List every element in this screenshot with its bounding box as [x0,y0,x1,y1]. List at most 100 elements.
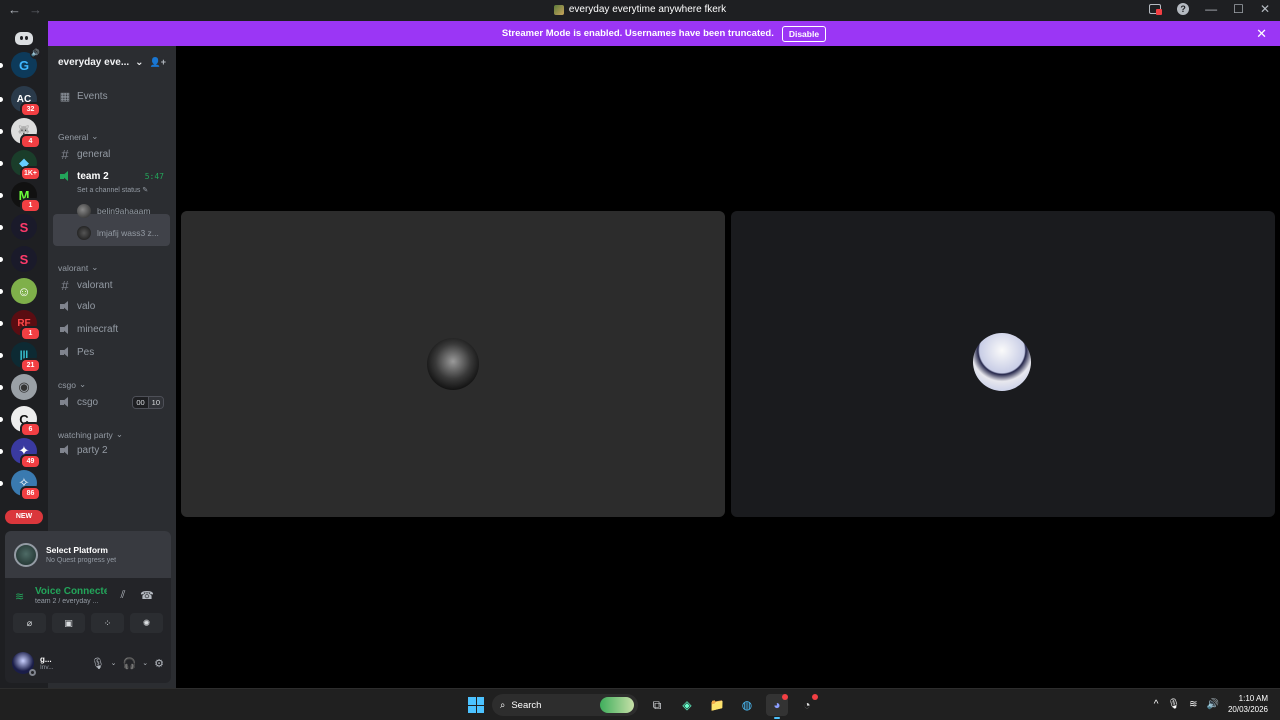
category-general[interactable]: General ⌄ [58,131,98,142]
camera-off-button[interactable]: ⌀ [13,613,46,633]
guild-ac-icon[interactable]: AC 32 [0,86,41,117]
category-label: General [58,131,89,142]
mic-icon[interactable]: 🎙 [91,657,105,670]
quest-title: Select Platform [46,545,108,555]
channel-pes[interactable]: Pes [53,347,170,358]
file-explorer-icon[interactable]: 📁 [706,694,728,716]
category-label: valorant [58,262,89,273]
discord-home-button[interactable] [11,25,37,51]
windows-start-icon[interactable] [468,697,484,713]
member-name: lmjafij wass3 z... [97,228,159,238]
user-count: 00 [133,397,148,408]
category-watching-party[interactable]: watching party ⌄ [58,429,123,440]
unread-pip [0,481,3,486]
server-header[interactable]: everyday eve... ⌄ 👤+ [48,46,176,78]
channel-party-2[interactable]: party 2 [53,445,170,456]
channel-valorant[interactable]: # valorant [53,278,170,293]
new-badge[interactable]: NEW [5,510,43,524]
guild-g-icon[interactable]: G 🔊 [0,48,41,78]
close-button[interactable]: ✕ [1260,2,1270,16]
channel-general[interactable]: # general [53,147,170,162]
discord-app-icon: ◕ [773,698,781,712]
screen-share-button[interactable]: ▣ [52,613,85,633]
set-channel-status[interactable]: Set a channel status ✎ [77,186,148,194]
copilot-icon[interactable]: ◈ [676,694,698,716]
participant-tile[interactable] [731,211,1275,517]
channel-team-2-row[interactable]: team 2 5:47 [53,171,170,182]
help-icon[interactable]: ? [1177,3,1190,15]
chromium-icon[interactable]: ◔ [796,694,818,716]
voice-timer: 5:47 [144,172,164,181]
mention-badge: 49 [20,454,41,469]
soundboard-button[interactable]: ✺ [130,613,163,633]
wifi-icon[interactable]: ≋ [1189,699,1197,710]
gear-icon[interactable]: ⚙ [154,657,164,670]
system-tray: ^ 🎙 ≋ 🔊 1:10 AM 20/03/2026 [1154,693,1268,715]
unread-pip [0,193,3,198]
activities-button[interactable]: ⁘ [91,613,124,633]
clock[interactable]: 1:10 AM 20/03/2026 [1228,693,1268,715]
channel-label: minecraft [77,324,119,335]
mention-badge: 1 [20,326,41,341]
volume-icon[interactable]: 🔊 [1207,699,1219,710]
avatar[interactable] [12,652,36,676]
guild-wolf-icon[interactable]: 🐺 4 [0,118,41,149]
participant-avatar [427,338,479,390]
channel-minecraft[interactable]: minecraft [53,324,170,335]
guild-gray-icon[interactable]: ◉ [0,374,37,400]
hash-icon: # [61,278,69,293]
mic-icon[interactable]: 🎙 [1167,699,1180,710]
channel-valo[interactable]: valo [53,301,170,312]
banner-text: Streamer Mode is enabled. Usernames have… [501,28,774,39]
close-banner-icon[interactable]: ✕ [1256,26,1267,42]
guild-s1-icon[interactable]: S [0,214,37,240]
voice-member[interactable]: belin9ahaaam [77,204,150,218]
screenshare-icon[interactable] [1149,4,1163,15]
guild-blue-icon[interactable]: ✧ 86 [0,470,41,501]
invite-people-icon[interactable]: 👤+ [150,57,166,68]
unread-pip [0,417,3,422]
mention-badge: 32 [20,102,41,117]
username[interactable]: g... [40,655,54,664]
participant-tile[interactable] [181,211,725,517]
voice-channel[interactable]: team 2 / everyday ... [35,598,107,605]
guild-white-icon[interactable]: C6 [0,406,41,437]
voice-member[interactable]: lmjafij wass3 z... [77,226,159,240]
category-csgo[interactable]: csgo ⌄ [58,379,86,390]
windows-taskbar: ⌕ Search ⧉ ◈ 📁 ◍ ◕ ◔ ^ 🎙 ≋ 🔊 1:10 AM 20/… [0,688,1280,720]
tray-overflow-icon[interactable]: ^ [1154,699,1159,710]
noise-suppression-icon[interactable]: ⫽ [115,589,131,602]
voice-connection: ≋ Voice Connected team 2 / everyday ... … [5,578,171,609]
browser-icon[interactable]: ◍ [736,694,758,716]
guild-dark-icon[interactable]: ◆ 1K+ [0,150,41,181]
events-item[interactable]: ▦ Events [53,90,170,103]
search-label: Search [511,699,542,711]
speaker-icon [59,397,71,408]
title-bar: ← → everyday everytime anywhere fkerk ? … [0,0,1280,21]
category-valorant[interactable]: valorant ⌄ [58,262,98,273]
quest-card[interactable]: Select Platform No Quest progress yet [5,531,171,578]
unread-pip [0,321,3,326]
guild-red-icon[interactable]: RF 1 [0,310,41,341]
guild-anime-icon[interactable]: ✦ 49 [0,438,41,469]
voice-status[interactable]: Voice Connected [35,586,107,597]
discord-taskbar-icon[interactable]: ◕ [766,694,788,719]
participant-avatar [973,333,1031,391]
disconnect-icon[interactable]: ☎ [139,589,155,602]
signal-icon[interactable]: ≋ [15,590,27,603]
minimize-button[interactable]: — [1205,2,1217,16]
guild-s2-icon[interactable]: S [0,246,37,272]
maximize-button[interactable]: ☐ [1233,2,1244,16]
guild-teal-icon[interactable]: ||| 21 [0,342,41,373]
chevron-down-icon[interactable]: ⌄ [142,659,148,667]
disable-streamer-mode-button[interactable]: Disable [781,25,827,42]
notification-dot [812,694,818,700]
channel-csgo[interactable]: csgo 00 10 [53,396,170,409]
chevron-down-icon[interactable]: ⌄ [111,659,117,667]
task-view-icon[interactable]: ⧉ [646,694,668,716]
user-limit-pill: 00 10 [132,396,164,409]
taskbar-search[interactable]: ⌕ Search [492,694,638,716]
guild-face-icon[interactable]: ☺ [0,278,37,304]
guild-m-icon[interactable]: M1 [0,182,41,213]
headset-icon[interactable]: 🎧 [123,657,137,670]
